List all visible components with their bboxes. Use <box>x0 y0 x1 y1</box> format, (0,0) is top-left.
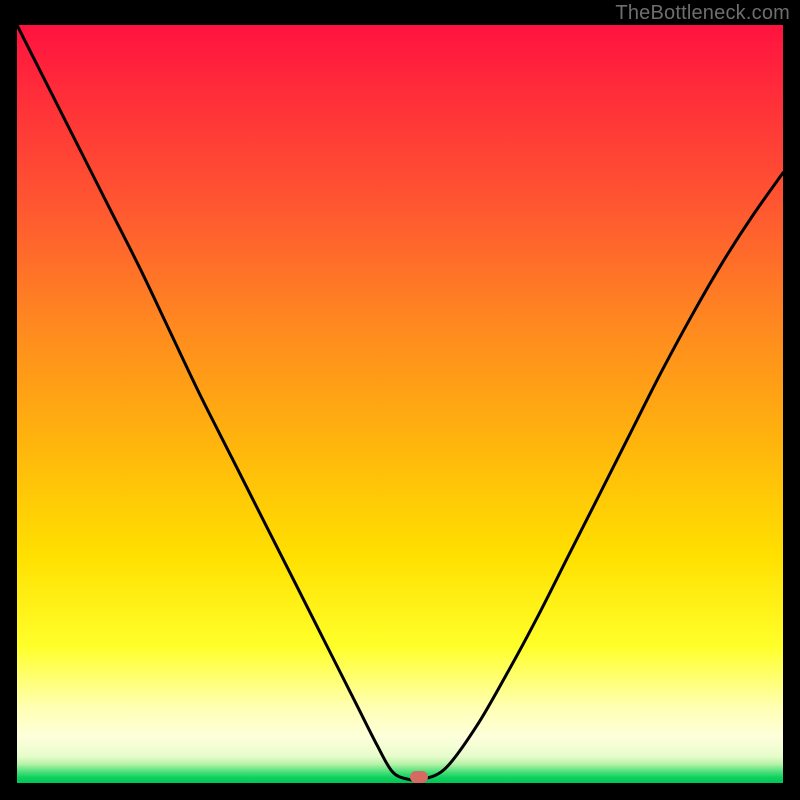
bottleneck-curve <box>17 25 783 783</box>
optimal-marker <box>410 771 428 783</box>
chart-frame: TheBottleneck.com <box>0 0 800 800</box>
attribution-label: TheBottleneck.com <box>615 2 790 25</box>
plot-area <box>17 25 783 783</box>
